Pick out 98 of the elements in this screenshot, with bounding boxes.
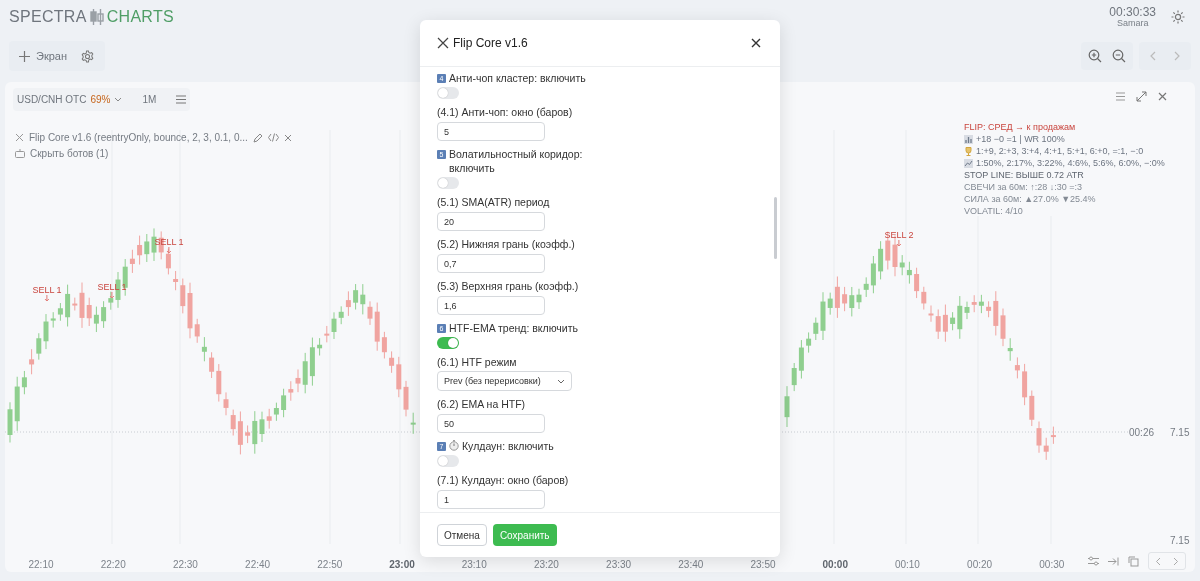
field-label: Кулдаун: включить: [462, 439, 554, 453]
time-axis-label: 23:00: [388, 559, 416, 570]
dialog-title: Flip Core v1.6: [453, 36, 528, 50]
time-axis-label: 00:00: [821, 559, 849, 570]
number-input[interactable]: 5: [437, 122, 545, 141]
zoom-in-icon: [1088, 49, 1102, 63]
logo-text: SPECTRA: [9, 8, 87, 26]
menu-icon[interactable]: [176, 95, 187, 104]
candles-logo-icon: [89, 8, 104, 26]
chevron-left-icon: [1155, 556, 1161, 566]
stats-line: СИЛА за 60м: ▲27.0% ▼25.4%: [964, 194, 1096, 204]
time-axis-label: 23:30: [605, 559, 633, 570]
sell-signal-label: SELL 1: [154, 238, 184, 247]
time-axis-label: 00:30: [1038, 559, 1066, 570]
toggle-switch[interactable]: [437, 87, 459, 99]
chevron-left-icon: [1149, 51, 1157, 61]
timeframe-button[interactable]: 1M: [138, 90, 161, 109]
price-label: 7.15: [1170, 427, 1190, 438]
timezone-label: Samara: [1116, 18, 1149, 28]
close-icon: [751, 38, 761, 48]
field-label: (5.2) Нижняя грань (коэфф.): [437, 237, 575, 251]
payout-percent: 69%: [90, 94, 111, 105]
stats-line: +18 −0 =1 | WR 100%: [976, 134, 1065, 144]
time-axis-label: 23:10: [460, 559, 488, 570]
list-icon[interactable]: [1116, 92, 1125, 101]
number-input[interactable]: 1: [437, 490, 545, 509]
toggle-switch[interactable]: [437, 337, 459, 349]
number-input[interactable]: 1,6: [437, 296, 545, 315]
time-axis-label: 22:50: [316, 559, 344, 570]
time-axis-label: 23:50: [749, 559, 777, 570]
toggle-switch[interactable]: [437, 455, 459, 467]
time-axis-label: 00:10: [893, 559, 921, 570]
toggle-switch[interactable]: [437, 177, 459, 189]
field-label: Волатильностный коридор: включить: [449, 147, 584, 175]
symbol-selector[interactable]: USD/CNH OTC 69%: [17, 94, 123, 105]
stats-line: FLIP: СРЕД → к продажам: [964, 122, 1076, 132]
stats-line: 1:+9, 2:+3, 3:+4, 4:+1, 5:+1, 6:+0, =:1, −:0: [976, 146, 1144, 156]
field-label: (4.1) Анти-чоп: окно (баров): [437, 105, 573, 119]
sun-icon: [1171, 10, 1185, 24]
close-button[interactable]: [749, 36, 763, 50]
bot-label: Flip Core v1.6 (reentryOnly, bounce, 2, 3, 0.1, 0...: [29, 132, 248, 143]
close-icon[interactable]: [1158, 92, 1167, 101]
robot-icon: [15, 149, 25, 158]
down-arrow-icon: [166, 247, 172, 254]
price-label: 7.15: [1170, 535, 1190, 546]
sell-signal-label: SELL 1: [97, 283, 127, 292]
caret-icon: [114, 97, 123, 102]
time-axis-label: 22:40: [244, 559, 272, 570]
zoom-out-icon: [1112, 49, 1126, 63]
field-label: (5.1) SMA(ATR) период: [437, 195, 550, 209]
sell-signal-label: SELL 1: [32, 286, 62, 295]
time-axis-label: 23:20: [532, 559, 560, 570]
stats-line: VOLATIL: 4/10: [964, 206, 1023, 216]
field-label: (5.3) Верхняя грань (коэфф.): [437, 279, 579, 293]
settings-icon: [80, 49, 94, 63]
pencil-icon[interactable]: [252, 132, 263, 143]
logo-text: CHARTS: [106, 8, 174, 26]
trophy-icon: [964, 146, 973, 156]
time-axis-label: 00:20: [966, 559, 994, 570]
arrow-to-end-icon[interactable]: [1108, 556, 1119, 566]
chevron-right-icon: [1173, 51, 1181, 61]
close-icon[interactable]: [283, 133, 292, 142]
field-label: (7.1) Кулдаун: окно (баров): [437, 473, 569, 487]
plus-icon: [19, 50, 30, 62]
time-axis-label: 22:30: [171, 559, 199, 570]
number-input[interactable]: 50: [437, 414, 545, 433]
last-time-label: 00:26: [1129, 427, 1155, 438]
stats-line: STOP LINE: ВЫШЕ 0.72 ATR: [964, 170, 1084, 180]
time-axis-label: 22:20: [99, 559, 127, 570]
clock-time: 00:30:33: [1109, 6, 1156, 19]
copy-icon[interactable]: [1128, 555, 1139, 567]
line-chart-icon: [964, 158, 973, 168]
down-arrow-icon: [44, 295, 50, 302]
stats-line: СВЕЧИ за 60м: ↑:28 ↓:30 =:3: [964, 182, 1083, 192]
time-axis-label: 22:10: [27, 559, 55, 570]
field-label: HTF-EMA тренд: включить: [449, 321, 578, 335]
hide-bots-link[interactable]: Скрыть ботов (1): [30, 148, 109, 159]
stats-line: 1:50%, 2:17%, 3:22%, 4:6%, 5:6%, 6:0%, −:0%: [976, 158, 1165, 168]
down-arrow-icon: [109, 292, 115, 299]
chevron-down-icon: [557, 378, 565, 384]
number-input[interactable]: 20: [437, 212, 545, 231]
symbol-name: USD/CNH OTC: [17, 94, 87, 105]
expand-icon[interactable]: [1136, 91, 1147, 102]
code-icon[interactable]: [267, 133, 279, 142]
number-input[interactable]: 0,7: [437, 254, 545, 273]
sell-signal-label: SELL 2: [884, 231, 914, 240]
cancel-button[interactable]: Отмена: [437, 524, 487, 546]
scrollbar[interactable]: [774, 197, 777, 259]
add-screen-button[interactable]: Экран: [15, 46, 72, 66]
field-label: Анти-чоп кластер: включить: [449, 71, 586, 85]
sliders-icon[interactable]: [1088, 556, 1099, 566]
chevron-right-icon: [1173, 556, 1179, 566]
down-arrow-icon: [896, 240, 902, 247]
field-label: (6.2) EMA на HTF): [437, 397, 526, 411]
select-dropdown[interactable]: Prev (без перерисовки): [437, 371, 572, 391]
bar-chart-icon: [964, 134, 973, 144]
field-label: (6.1) HTF режим: [437, 355, 517, 369]
time-axis-label: 23:40: [677, 559, 705, 570]
